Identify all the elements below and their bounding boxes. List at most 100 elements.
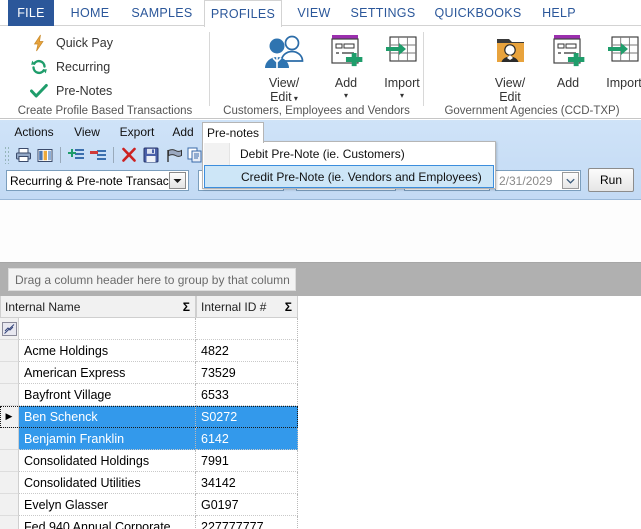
cell-internal-name[interactable] bbox=[19, 318, 196, 340]
recurring-label: Recurring bbox=[56, 60, 110, 74]
ribbon-tab-help[interactable]: HELP bbox=[534, 0, 584, 26]
ribbon-tab-profiles[interactable]: PROFILES bbox=[204, 0, 282, 27]
pre-notes-button[interactable]: Pre-Notes bbox=[28, 79, 188, 103]
cell-internal-name[interactable]: Consolidated Utilities bbox=[19, 472, 196, 494]
add-profile-caret-icon[interactable]: ▾ bbox=[344, 91, 348, 100]
cell-internal-id[interactable]: 4822 bbox=[196, 340, 298, 362]
table-row[interactable]: Acme Holdings4822 bbox=[0, 340, 298, 362]
ribbon-group-label-3: Government Agencies (CCD-TXP) bbox=[423, 105, 641, 117]
print-icon[interactable] bbox=[12, 145, 34, 165]
add-profile-button[interactable]: Add ▾ bbox=[320, 29, 372, 100]
flag-icon[interactable] bbox=[162, 145, 184, 165]
content-blank-area bbox=[0, 200, 641, 262]
table-row[interactable]: Consolidated Holdings7991 bbox=[0, 450, 298, 472]
row-indicator-cell[interactable] bbox=[0, 494, 19, 516]
row-indicator-cell[interactable] bbox=[0, 340, 19, 362]
menu-item-credit-pre-note[interactable]: Credit Pre-Note (ie. Vendors and Employe… bbox=[204, 165, 494, 188]
add-record-icon bbox=[548, 29, 588, 73]
menu-item-debit-pre-note[interactable]: Debit Pre-Note (ie. Customers) bbox=[203, 142, 495, 165]
cell-internal-id[interactable]: S0272 bbox=[196, 406, 298, 428]
end-date-field[interactable]: 2/31/2029 bbox=[495, 170, 581, 191]
row-indicator-cell[interactable] bbox=[0, 428, 19, 450]
cell-internal-id[interactable]: 6533 bbox=[196, 384, 298, 406]
table-row[interactable]: Fed 940 Annual Corporate227777777 bbox=[0, 516, 298, 529]
table-row[interactable]: ▶Ben SchenckS0272 bbox=[0, 406, 298, 428]
filter-builder-cell[interactable] bbox=[0, 318, 19, 340]
group-by-dropzone[interactable]: Drag a column header here to group by th… bbox=[8, 268, 296, 291]
add-agency-button[interactable]: Add bbox=[542, 29, 594, 90]
add-agency-label: Add bbox=[557, 76, 579, 90]
run-button[interactable]: Run bbox=[588, 168, 634, 192]
agency-person-icon bbox=[488, 29, 532, 73]
grid-column-header-1[interactable]: Internal NameΣ bbox=[0, 296, 196, 318]
delete-icon[interactable] bbox=[118, 145, 140, 165]
cell-internal-name[interactable]: Consolidated Holdings bbox=[19, 450, 196, 472]
ribbon-tab-quickbooks[interactable]: QUICKBOOKS bbox=[428, 0, 528, 26]
cell-internal-id[interactable]: 7991 bbox=[196, 450, 298, 472]
ribbon-tab-settings[interactable]: SETTINGS bbox=[344, 0, 422, 26]
lightning-bolt-icon bbox=[28, 33, 50, 53]
row-indicator-cell[interactable] bbox=[0, 362, 19, 384]
ribbon-tab-file[interactable]: FILE bbox=[8, 0, 54, 26]
filter-builder-icon[interactable] bbox=[2, 322, 17, 336]
report-icon[interactable] bbox=[34, 145, 56, 165]
grid-column-header-2[interactable]: Internal ID # Σ bbox=[196, 296, 298, 318]
toolbar-menu-add[interactable]: Add bbox=[165, 122, 201, 142]
summary-sigma-icon[interactable]: Σ bbox=[183, 300, 190, 314]
row-indicator-cell[interactable] bbox=[0, 384, 19, 406]
ribbon-tab-home[interactable]: HOME bbox=[62, 0, 118, 26]
ribbon-group-label-2: Customers, Employees and Vendors bbox=[210, 105, 423, 117]
grid-column-header-label: Internal ID # bbox=[201, 300, 266, 314]
toolbar-icon-bar bbox=[4, 144, 206, 166]
ribbon-group-customers-employees-vendors: View/ Edit ▾ Add ▾ bbox=[210, 26, 423, 119]
import-agency-button[interactable]: Import bbox=[594, 29, 641, 90]
table-row[interactable]: Evelyn GlasserG0197 bbox=[0, 494, 298, 516]
ribbon-group-label-1: Create Profile Based Transactions bbox=[0, 105, 210, 117]
cell-internal-id[interactable]: G0197 bbox=[196, 494, 298, 516]
cell-internal-name[interactable]: Acme Holdings bbox=[19, 340, 196, 362]
cell-internal-name[interactable]: Bayfront Village bbox=[19, 384, 196, 406]
toolbar-menu-view[interactable]: View bbox=[66, 122, 108, 142]
import-profile-caret-icon[interactable]: ▾ bbox=[400, 91, 404, 100]
delete-row-icon[interactable] bbox=[87, 145, 109, 165]
row-indicator-cell[interactable] bbox=[0, 516, 19, 529]
grid-filter-row[interactable] bbox=[0, 318, 298, 340]
row-indicator-cell[interactable] bbox=[0, 472, 19, 494]
cell-internal-id[interactable]: 227777777 bbox=[196, 516, 298, 529]
table-row[interactable]: Benjamin Franklin6142 bbox=[0, 428, 298, 450]
save-icon[interactable] bbox=[140, 145, 162, 165]
view-edit-agency-button[interactable]: View/ Edit bbox=[478, 29, 542, 104]
transaction-type-combobox[interactable]: Recurring & Pre-note Transactions bbox=[6, 170, 189, 191]
toolbar-menu-pre-notes[interactable]: Pre-notes bbox=[202, 122, 264, 143]
cell-internal-name[interactable]: Evelyn Glasser bbox=[19, 494, 196, 516]
add-row-icon[interactable] bbox=[65, 145, 87, 165]
recurring-button[interactable]: Recurring bbox=[28, 55, 188, 79]
toolbar-menu-actions[interactable]: Actions bbox=[8, 122, 60, 142]
cell-internal-name[interactable]: American Express bbox=[19, 362, 196, 384]
import-profile-label: Import bbox=[384, 76, 419, 90]
ribbon-tab-view[interactable]: VIEW bbox=[288, 0, 340, 26]
cell-internal-id[interactable] bbox=[196, 318, 298, 340]
cell-internal-id[interactable]: 73529 bbox=[196, 362, 298, 384]
table-row[interactable]: Consolidated Utilities34142 bbox=[0, 472, 298, 494]
row-indicator-cell[interactable]: ▶ bbox=[0, 406, 19, 428]
calendar-chevron-icon[interactable] bbox=[562, 172, 579, 189]
row-indicator-cell[interactable] bbox=[0, 450, 19, 472]
summary-sigma-icon[interactable]: Σ bbox=[285, 300, 292, 314]
view-edit-profiles-button[interactable]: View/ Edit ▾ bbox=[248, 29, 320, 106]
chevron-down-icon[interactable] bbox=[169, 172, 186, 189]
table-row[interactable]: American Express73529 bbox=[0, 362, 298, 384]
view-edit-label-line1: View/ bbox=[269, 76, 299, 90]
cell-internal-id[interactable]: 6142 bbox=[196, 428, 298, 450]
menu-item-debit-pre-note-label: Debit Pre-Note (ie. Customers) bbox=[240, 147, 405, 161]
ribbon-tab-samples[interactable]: SAMPLES bbox=[124, 0, 200, 26]
toolbar-menu-export[interactable]: Export bbox=[112, 122, 162, 142]
cell-internal-name[interactable]: Fed 940 Annual Corporate bbox=[19, 516, 196, 529]
table-row[interactable]: Bayfront Village6533 bbox=[0, 384, 298, 406]
cell-internal-name[interactable]: Ben Schenck bbox=[19, 406, 196, 428]
view-edit-caret-icon[interactable]: ▾ bbox=[292, 94, 298, 103]
toolbar-grip-handle[interactable] bbox=[4, 146, 9, 164]
cell-internal-name[interactable]: Benjamin Franklin bbox=[19, 428, 196, 450]
cell-internal-id[interactable]: 34142 bbox=[196, 472, 298, 494]
quick-pay-button[interactable]: Quick Pay bbox=[28, 31, 188, 55]
